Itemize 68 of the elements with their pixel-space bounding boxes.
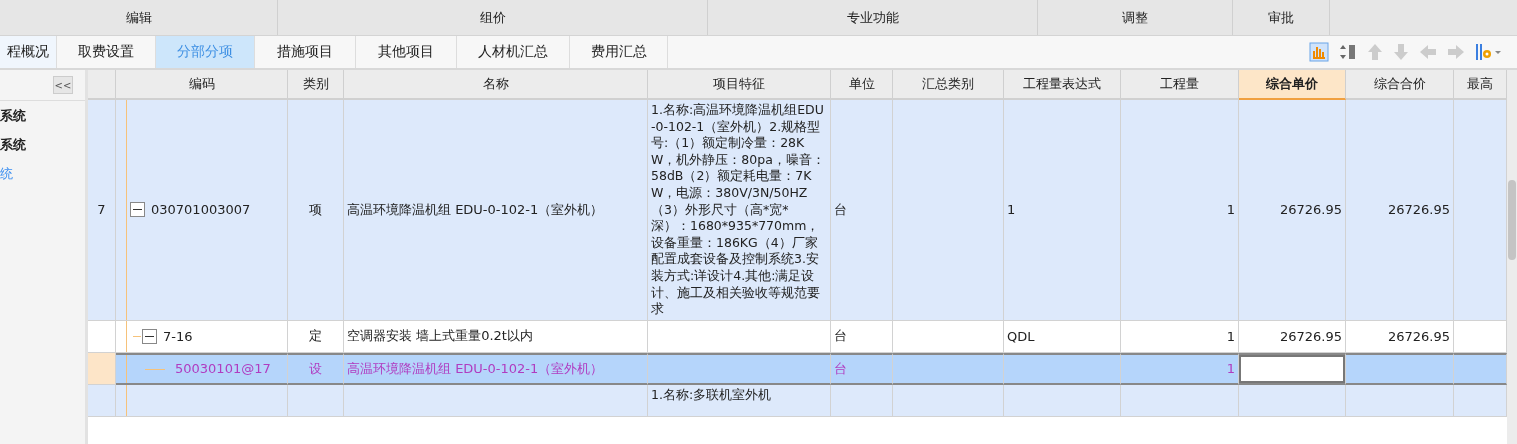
table-cell: 定 bbox=[288, 320, 344, 353]
tree-line bbox=[145, 368, 165, 370]
menu-group[interactable]: 组价 bbox=[278, 0, 708, 35]
collapse-toggle-icon[interactable] bbox=[142, 328, 157, 344]
menu-group[interactable]: 专业功能 bbox=[708, 0, 1038, 35]
table-cell: 26726.95 bbox=[1239, 100, 1346, 321]
column-header[interactable]: 综合合价 bbox=[1346, 70, 1454, 100]
up-arrow-icon[interactable] bbox=[1367, 43, 1383, 61]
table-cell: 设 bbox=[288, 352, 344, 385]
table-cell: 26726.95 bbox=[1346, 320, 1454, 353]
tab[interactable]: 措施项目 bbox=[255, 36, 356, 68]
table-cell: 台 bbox=[831, 100, 893, 321]
table-cell: 1.名称:多联机室外机 bbox=[648, 384, 831, 417]
sort-icon[interactable] bbox=[1339, 43, 1357, 61]
column-header[interactable]: 综合单价 bbox=[1239, 70, 1346, 100]
table-cell: 1 bbox=[1121, 352, 1239, 385]
table-cell: 1 bbox=[1004, 100, 1121, 321]
row-header-cell[interactable] bbox=[88, 352, 116, 385]
menu-group[interactable]: 调整 bbox=[1038, 0, 1233, 35]
item-code: 50030101@17 bbox=[175, 361, 271, 377]
column-header[interactable]: 类别 bbox=[288, 70, 344, 100]
column-header[interactable]: 名称 bbox=[344, 70, 648, 100]
sidebar-item[interactable]: 系统 bbox=[0, 130, 85, 159]
table-cell: 高温环境降温机组 EDU-0-102-1（室外机） bbox=[344, 100, 648, 321]
table-cell: 1 bbox=[1121, 100, 1239, 321]
table-cell: 1 bbox=[1121, 320, 1239, 353]
column-header[interactable]: 单位 bbox=[831, 70, 893, 100]
tab[interactable]: 费用汇总 bbox=[570, 36, 668, 68]
cell-input-field[interactable] bbox=[1239, 354, 1345, 383]
tab[interactable]: 其他项目 bbox=[356, 36, 457, 68]
column-settings-icon[interactable] bbox=[1475, 43, 1501, 61]
scrollbar-thumb[interactable] bbox=[1508, 180, 1516, 260]
item-code: 7-16 bbox=[163, 328, 193, 344]
down-arrow-icon[interactable] bbox=[1393, 43, 1409, 61]
column-header[interactable]: 项目特征 bbox=[648, 70, 831, 100]
menu-group[interactable]: 编辑 bbox=[0, 0, 278, 35]
item-code: 030701003007 bbox=[151, 202, 251, 218]
table-cell: 1.名称:高温环境降温机组EDU-0-102-1（室外机）2.规格型号:（1）额定制冷量：28KW，机外静压：80pa，噪音：58dB（2）额定耗电量：7KW，电源：380V/3N/50HZ（3）外形尺寸（高*宽*深）：1680*935*770mm，设备重量：186KG（4）厂家配置成套设备及控制系统3.安装方式:详设计4.其他:满足设计、施工及相关验收等规范要求 bbox=[648, 100, 831, 321]
table-cell: 台 bbox=[831, 352, 893, 385]
table-cell: 项 bbox=[288, 100, 344, 321]
table-cell: 空调器安装 墙上式重量0.2t以内 bbox=[344, 320, 648, 353]
table-cell bbox=[1454, 384, 1507, 417]
column-header[interactable]: 工程量表达式 bbox=[1004, 70, 1121, 100]
table-cell: 高温环境降温机组 EDU-0-102-1（室外机） bbox=[344, 352, 648, 385]
table-cell bbox=[1454, 352, 1507, 385]
table-cell bbox=[1454, 320, 1507, 353]
column-header[interactable]: 汇总类别 bbox=[893, 70, 1004, 100]
row-header-cell[interactable] bbox=[88, 320, 116, 353]
table-cell bbox=[831, 384, 893, 417]
collapse-toggle-icon[interactable] bbox=[130, 202, 145, 218]
chart-icon[interactable] bbox=[1309, 42, 1329, 62]
column-header[interactable]: 最高 bbox=[1454, 70, 1507, 100]
row-header-cell[interactable] bbox=[88, 384, 116, 417]
collapse-button[interactable]: << bbox=[53, 76, 73, 94]
sidebar-item[interactable]: 系统 bbox=[0, 101, 85, 130]
tree-line bbox=[133, 336, 141, 338]
menu-group[interactable]: 审批 bbox=[1233, 0, 1330, 35]
table-cell: QDL bbox=[1004, 320, 1121, 353]
left-arrow-icon[interactable] bbox=[1419, 44, 1437, 60]
right-arrow-icon[interactable] bbox=[1447, 44, 1465, 60]
table-cell: 26726.95 bbox=[1239, 320, 1346, 353]
column-header[interactable]: 编码 bbox=[116, 70, 288, 100]
table-cell: 26726.95 bbox=[1346, 100, 1454, 321]
tab[interactable]: 人材机汇总 bbox=[457, 36, 570, 68]
table-cell: 台 bbox=[831, 320, 893, 353]
row-header-cell[interactable]: 7 bbox=[88, 100, 116, 321]
tab[interactable]: 程概况 bbox=[0, 36, 57, 68]
column-header[interactable]: 工程量 bbox=[1121, 70, 1239, 100]
